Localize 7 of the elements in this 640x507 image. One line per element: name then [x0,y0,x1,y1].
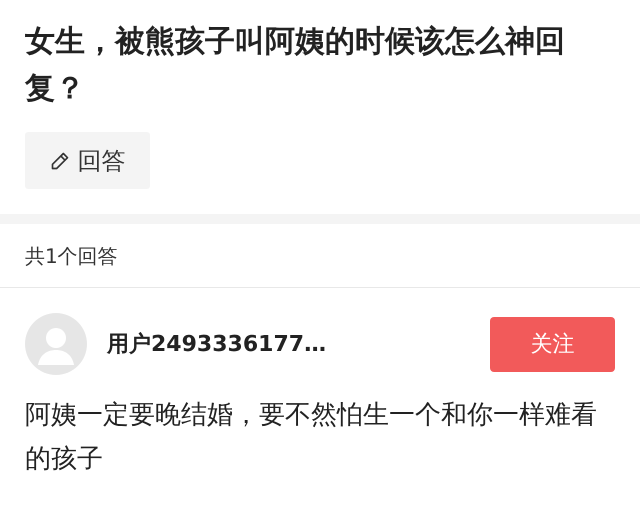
question-title: 女生，被熊孩子叫阿姨的时候该怎么神回复？ [25,23,566,108]
answer-button[interactable]: 回答 [25,132,150,189]
user-name[interactable]: 用户2493336177… [107,328,490,360]
avatar-icon [25,313,87,375]
answer-text: 阿姨一定要晚结婚，要不然怕生一个和你一样难看的孩子 [25,399,598,476]
pencil-icon [50,150,70,170]
answer-count: 共1个回答 [25,242,118,270]
